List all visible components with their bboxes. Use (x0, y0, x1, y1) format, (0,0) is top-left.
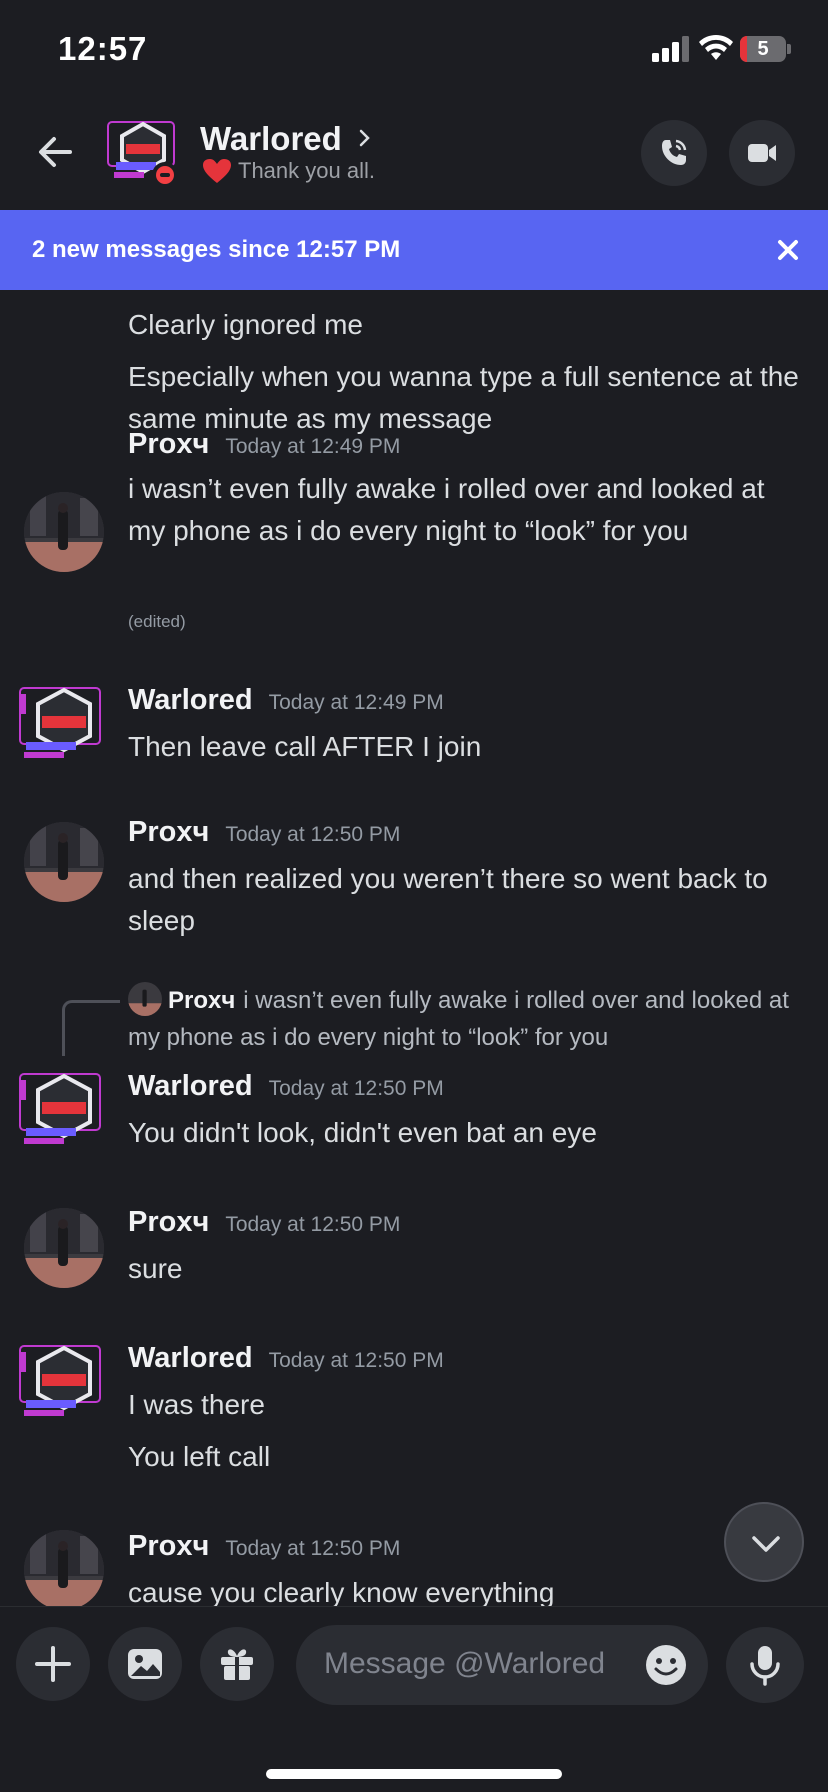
battery-percent: 5 (757, 38, 769, 60)
home-indicator (266, 1769, 562, 1779)
author-name[interactable]: Proxч (128, 428, 209, 460)
author-name[interactable]: Proxч (128, 816, 209, 848)
message-timestamp: Today at 12:50 PM (268, 1349, 444, 1372)
avatar[interactable] (24, 1530, 104, 1606)
avatar[interactable] (18, 1344, 110, 1424)
gift-icon (221, 1649, 253, 1680)
status-bar: 12:57 5 (0, 0, 828, 100)
dnd-status-icon (152, 162, 178, 188)
avatar[interactable] (24, 822, 104, 902)
author-name[interactable]: Proxч (128, 1206, 209, 1238)
message-text: Then leave call AFTER I join (128, 731, 482, 762)
video-call-button[interactable] (729, 120, 795, 186)
custom-status: Thank you all. (202, 158, 375, 184)
reply-connector (62, 1000, 120, 1056)
message-timestamp: Today at 12:49 PM (268, 691, 444, 714)
avatar[interactable] (24, 1208, 104, 1288)
new-messages-banner[interactable]: 2 new messages since 12:57 PM (0, 210, 828, 290)
edited-label: (edited) (128, 612, 186, 631)
message-text: You left call (128, 1441, 271, 1472)
phone-call-icon (662, 139, 687, 165)
message-author[interactable]: Proxч Today at 12:49 PM (128, 428, 400, 461)
author-name[interactable]: Warlored (128, 684, 253, 716)
image-icon (128, 1649, 162, 1679)
message-timestamp: Today at 12:50 PM (225, 1537, 401, 1560)
message-timestamp: Today at 12:50 PM (225, 1213, 401, 1236)
clock: 12:57 (58, 30, 148, 67)
message-timestamp: Today at 12:50 PM (225, 823, 401, 846)
chevron-down-icon (752, 1536, 780, 1552)
dm-user-name[interactable]: Warlored (200, 120, 342, 158)
message-text: cause you clearly know everything (128, 1577, 555, 1606)
message-input[interactable]: Message @Warlored (296, 1625, 708, 1705)
avatar (128, 982, 162, 1016)
banner-text: 2 new messages since 12:57 PM (32, 236, 401, 263)
plus-icon (35, 1646, 71, 1682)
add-attachment-button[interactable] (16, 1627, 90, 1701)
message-timestamp: Today at 12:50 PM (268, 1077, 444, 1100)
jump-to-bottom-button[interactable] (724, 1502, 804, 1582)
message-author[interactable]: Proxч Today at 12:50 PM (128, 1206, 400, 1239)
custom-status-text: Thank you all. (238, 158, 375, 183)
close-icon[interactable] (770, 232, 806, 268)
message-text: i wasn’t even fully awake i rolled over … (128, 473, 765, 546)
author-name[interactable]: Warlored (128, 1070, 253, 1102)
voice-call-button[interactable] (641, 120, 707, 186)
message-author[interactable]: Warlored Today at 12:50 PM (128, 1342, 444, 1375)
message-text: You didn't look, didn't even bat an eye (128, 1117, 597, 1148)
message-input-placeholder: Message @Warlored (324, 1647, 606, 1680)
video-camera-icon (748, 144, 776, 162)
voice-message-button[interactable] (726, 1627, 804, 1703)
avatar[interactable] (18, 1072, 110, 1152)
message-feed[interactable]: Clearly ignored me Especially when you w… (0, 290, 828, 1606)
message-author[interactable]: Proxч Today at 12:50 PM (128, 1530, 400, 1563)
message-text: and then realized you weren’t there so w… (128, 863, 768, 936)
avatar[interactable] (24, 492, 104, 572)
dm-header: Warlored Thank you all. (0, 100, 828, 210)
wifi-icon (699, 34, 733, 60)
avatar[interactable] (18, 686, 110, 766)
message-text: sure (128, 1253, 183, 1284)
message-author[interactable]: Warlored Today at 12:50 PM (128, 1070, 444, 1103)
author-name[interactable]: Warlored (128, 1342, 253, 1374)
cellular-signal-icon (652, 36, 689, 62)
message-timestamp: Today at 12:49 PM (225, 435, 401, 458)
image-button[interactable] (108, 1627, 182, 1701)
reply-author[interactable]: Proxч (168, 987, 235, 1014)
reply-preview[interactable]: Proxч i wasn’t even fully awake i rolled … (128, 982, 808, 1056)
message-text: I was there (128, 1389, 265, 1420)
author-name[interactable]: Proxч (128, 1530, 209, 1562)
message-author[interactable]: Warlored Today at 12:49 PM (128, 684, 444, 717)
back-arrow-icon[interactable] (32, 128, 80, 176)
message-composer: Message @Warlored (0, 1606, 828, 1792)
message-author[interactable]: Proxч Today at 12:50 PM (128, 816, 400, 849)
gift-button[interactable] (200, 1627, 274, 1701)
chevron-right-icon[interactable] (358, 128, 372, 148)
heart-icon (203, 159, 231, 183)
emoji-icon[interactable] (644, 1643, 688, 1687)
battery-indicator: 5 (740, 36, 791, 62)
microphone-icon (750, 1646, 780, 1686)
message-text: Clearly ignored me (128, 309, 363, 340)
